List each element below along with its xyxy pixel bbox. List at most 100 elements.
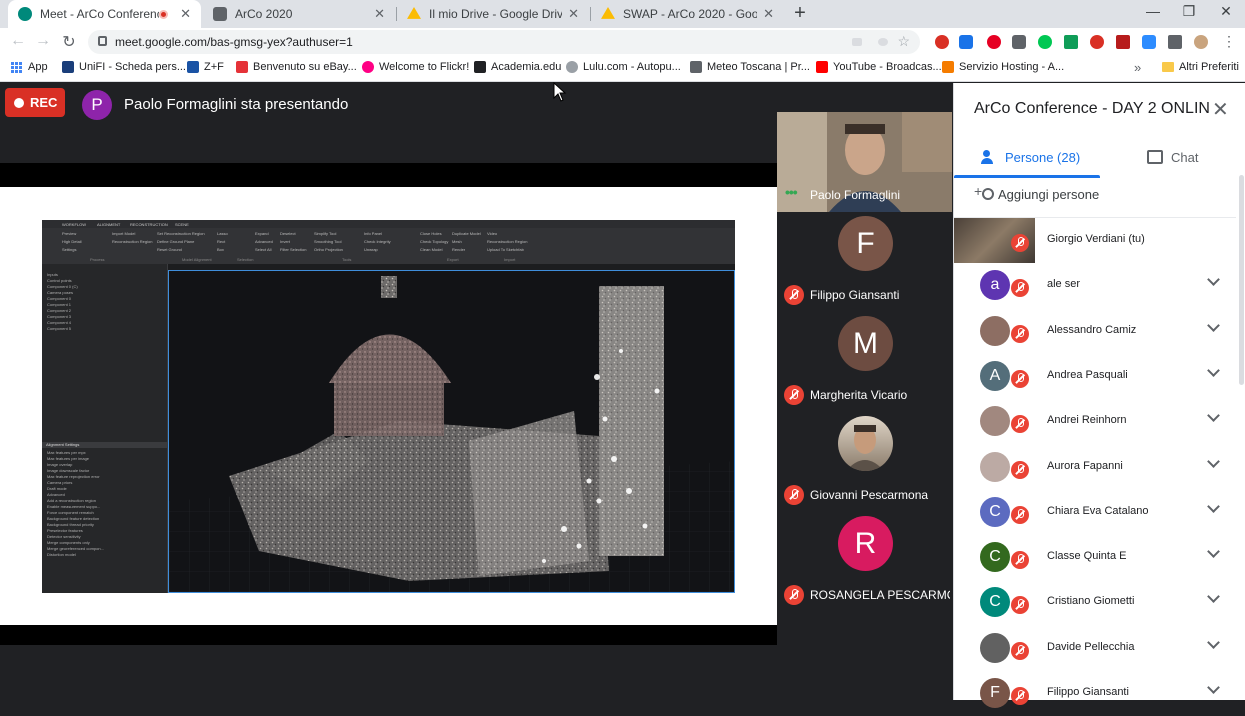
profile-avatar[interactable] (1194, 35, 1208, 49)
back-button[interactable]: ← (8, 32, 28, 50)
tree-item: Component 0 (C) (47, 284, 78, 289)
tab-chat[interactable]: Chat (1147, 141, 1198, 173)
participant-tile[interactable]: Giovanni Pescarmona (777, 412, 952, 512)
presenting-label: Paolo Formaglini sta presentando (124, 96, 349, 113)
participant-avatar: C (980, 542, 1010, 573)
close-tab-icon[interactable]: ✕ (763, 6, 774, 22)
bookmark-academia[interactable]: Academia.edu (474, 61, 561, 73)
chevron-down-icon[interactable] (1207, 273, 1220, 287)
bookmark-apps[interactable]: App (11, 61, 48, 73)
close-window-button[interactable]: ✕ (1211, 3, 1241, 20)
address-bar[interactable]: meet.google.com/bas-gmsg-yex?authuser=1 … (88, 30, 920, 54)
participant-avatar: C (980, 587, 1010, 618)
tab-meet[interactable]: Meet - ArCo Conference - D/ ✕ (8, 0, 201, 28)
people-list-item[interactable]: a ale ser (954, 263, 1236, 308)
extensions-puzzle-icon[interactable] (1168, 35, 1182, 49)
people-list-item[interactable]: Giorgio Verdiani (tu) (954, 218, 1236, 263)
chevron-down-icon[interactable] (1207, 364, 1220, 377)
settings-row: Background thread priority (47, 522, 94, 527)
participant-name: Aurora Fapanni (1047, 459, 1123, 472)
ribbon-item: Simplify Tool (314, 231, 337, 236)
participant-photo (980, 632, 1010, 663)
participant-tile[interactable]: R ROSANGELA PESCARMO... (777, 512, 952, 612)
extension-sheets-icon[interactable] (1064, 35, 1078, 49)
extension-shield-icon[interactable] (1012, 35, 1026, 49)
participant-tile[interactable]: M Margherita Vicario (777, 312, 952, 412)
acrobat-icon[interactable] (1116, 35, 1130, 49)
people-list-item[interactable]: F Filippo Giansanti (954, 671, 1236, 716)
menu-kebab-icon[interactable]: ⋮ (1222, 34, 1236, 49)
tab-people[interactable]: Persone (28) (981, 141, 1080, 173)
ribbon-item: Reconstruction Region (487, 239, 528, 244)
chevron-down-icon[interactable] (1207, 409, 1220, 423)
recording-badge[interactable]: REC (5, 88, 65, 117)
ribbon-item: Deselect (280, 231, 296, 236)
ribbon-item: Invert (280, 239, 291, 244)
bookmark-meteo[interactable]: Meteo Toscana | Pr... (690, 61, 810, 73)
people-list-item[interactable]: C Classe Quinta E (954, 535, 1236, 580)
recording-icon (159, 9, 169, 19)
tab-swap-drive[interactable]: SWAP - ArCo 2020 - Google Drive ✕ (591, 0, 784, 28)
lock-icon (98, 36, 107, 46)
reload-button[interactable]: ↻ (59, 32, 79, 52)
close-tab-icon[interactable]: ✕ (568, 6, 579, 22)
academia-icon (474, 61, 486, 73)
forward-button[interactable]: → (33, 32, 53, 50)
flickr-icon (362, 61, 374, 73)
people-list-item[interactable]: Aurora Fapanni (954, 445, 1236, 490)
chevron-down-icon[interactable] (1207, 454, 1220, 468)
people-list-item[interactable]: Alessandro Camiz (954, 309, 1236, 354)
chevron-down-icon[interactable] (1207, 590, 1220, 604)
more-bookmarks-button[interactable]: » (1134, 60, 1141, 75)
chevron-down-icon[interactable] (1207, 681, 1220, 694)
participant-tile[interactable]: F Filippo Giansanti (777, 212, 952, 312)
zoom-extension-icon[interactable] (1142, 35, 1156, 49)
close-tab-icon[interactable]: ✕ (180, 6, 191, 22)
close-panel-button[interactable]: ✕ (1212, 97, 1229, 122)
extension-stop-icon[interactable] (935, 35, 949, 49)
chevron-down-icon[interactable] (1207, 635, 1220, 649)
bookmark-aruba[interactable]: Servizio Hosting - A... (942, 61, 1064, 73)
participant-photo (838, 416, 893, 471)
mic-off-icon (1011, 369, 1029, 388)
bookmark-zf[interactable]: Z+F (187, 61, 224, 73)
tab-arco-2020[interactable]: ArCo 2020 ✕ (203, 0, 395, 28)
extension-grammar-icon[interactable] (1038, 35, 1052, 49)
extension-new-icon[interactable] (959, 35, 973, 49)
bookmark-ebay[interactable]: Benvenuto su eBay... (236, 61, 357, 73)
bookmark-flickr[interactable]: Welcome to Flickr! (362, 61, 469, 73)
minimize-button[interactable]: — (1138, 3, 1168, 19)
add-people-button[interactable]: Aggiungi persone (974, 183, 1099, 203)
tab-drive[interactable]: Il mio Drive - Google Drive ✕ (397, 0, 589, 28)
microphone-indicator-icon[interactable] (878, 38, 888, 46)
chat-icon (1147, 150, 1163, 164)
bookmark-other[interactable]: Altri Preferiti (1162, 61, 1239, 73)
settings-row: Preselector features (47, 528, 83, 533)
extension-lastpass-icon[interactable] (1090, 35, 1104, 49)
people-list-scrollbar[interactable] (1239, 175, 1244, 385)
chevron-down-icon[interactable] (1207, 318, 1220, 332)
people-list-item[interactable]: Andrei Reinhorn (954, 399, 1236, 444)
maximize-button[interactable]: ❐ (1174, 3, 1204, 20)
chevron-down-icon[interactable] (1207, 545, 1220, 558)
ribbon-group-label: Selection (237, 257, 254, 262)
bookmark-lulu[interactable]: Lulu.com - Autopu... (566, 61, 681, 73)
pinterest-icon[interactable] (987, 35, 1001, 49)
ribbon-item: Set Reconstruction Region (157, 231, 205, 236)
apps-grid-icon (11, 61, 22, 73)
bookmark-unifi[interactable]: UniFI - Scheda pers... (62, 61, 186, 73)
people-list-item[interactable]: A Andrea Pasquali (954, 354, 1236, 399)
bookmark-youtube[interactable]: YouTube - Broadcas... (816, 61, 942, 73)
bookmark-label: YouTube - Broadcas... (833, 61, 942, 73)
people-list-item[interactable]: Davide Pellecchia (954, 626, 1236, 671)
people-list-item[interactable]: C Chiara Eva Catalano (954, 490, 1236, 535)
bookmark-star-icon[interactable]: ☆ (897, 33, 910, 50)
participant-name: Paolo Formaglini (810, 188, 901, 202)
ribbon-item: Ortho Projection (314, 247, 343, 252)
camera-indicator-icon[interactable] (852, 38, 862, 46)
participant-tile[interactable]: ••• Paolo Formaglini (777, 112, 952, 212)
close-tab-icon[interactable]: ✕ (374, 6, 385, 22)
people-list-item[interactable]: C Cristiano Giometti (954, 580, 1236, 625)
chevron-down-icon[interactable] (1207, 499, 1220, 513)
new-tab-button[interactable]: + (789, 3, 811, 25)
